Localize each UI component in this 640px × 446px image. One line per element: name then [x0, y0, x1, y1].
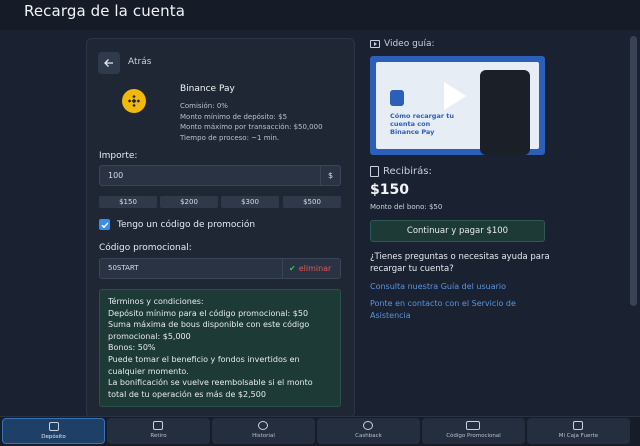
nav-safe[interactable]: Mi Caja Fuerte [527, 418, 630, 444]
preset-500-button[interactable]: $500 [283, 196, 341, 208]
terms-line: La bonificación se vuelve reembolsable s… [108, 378, 313, 399]
receive-amount: $150 [370, 182, 409, 198]
check-icon: ✔ [289, 264, 296, 273]
process-time-text: Tiempo de proceso: ~1 min. [180, 133, 280, 142]
currency-symbol: $ [321, 165, 341, 186]
nav-history-label: Historial [252, 433, 275, 439]
back-label[interactable]: Atrás [128, 57, 151, 67]
preset-300-button[interactable]: $300 [221, 196, 279, 208]
terms-line: Depósito mínimo para el código promocion… [108, 308, 309, 318]
promo-code-label: Código promocional: [99, 243, 192, 253]
binance-icon [127, 94, 141, 108]
bonus-amount-text: Monto del bono: $50 [370, 203, 443, 211]
method-details: Comisión: 0% Monto mínimo de depósito: $… [180, 101, 323, 143]
scrollbar[interactable] [630, 36, 637, 306]
history-icon [258, 421, 268, 430]
terms-title: Términos y condiciones: [108, 297, 204, 306]
video-icon [370, 40, 380, 48]
nav-cashback-label: Cashback [355, 433, 382, 439]
fee-text: Comisión: 0% [180, 102, 228, 110]
binance-pay-logo [390, 90, 404, 106]
terms-box: Términos y condiciones: Depósito mínimo … [99, 289, 341, 407]
method-name: Binance Pay [180, 84, 235, 94]
preset-200-button[interactable]: $200 [160, 196, 218, 208]
cashback-icon [363, 421, 373, 430]
promo-checkbox[interactable] [99, 219, 110, 230]
promo-code-input[interactable]: 50START [99, 258, 283, 279]
promo-code-icon [466, 421, 480, 430]
nav-history[interactable]: Historial [212, 418, 315, 444]
continue-pay-button[interactable]: Continuar y pagar $100 [370, 220, 545, 242]
promo-checkbox-label[interactable]: Tengo un código de promoción [117, 220, 255, 230]
remove-promo-label: eliminar [298, 264, 332, 273]
back-button[interactable] [98, 52, 120, 74]
amount-input[interactable]: 100 [99, 165, 321, 186]
video-caption: Cómo recargar tu cuenta con Binance Pay [390, 112, 455, 136]
nav-promo-code-label: Código Promocional [446, 433, 501, 439]
phone-image [480, 70, 530, 155]
video-player[interactable]: Cómo recargar tu cuenta con Binance Pay [370, 56, 545, 155]
help-question: ¿Tienes preguntas o necesitas ayuda para… [370, 252, 550, 274]
nav-withdraw-label: Retiro [150, 433, 167, 439]
play-icon[interactable] [444, 82, 466, 110]
nav-deposit[interactable]: Depósito [2, 418, 105, 444]
max-transaction-text: Monto máximo por transacción: $50,000 [180, 123, 323, 131]
withdraw-icon [153, 421, 163, 430]
preset-150-button[interactable]: $150 [99, 196, 157, 208]
nav-promo-code[interactable]: Código Promocional [422, 418, 525, 444]
safe-icon [573, 421, 583, 430]
deposit-icon [49, 422, 59, 431]
binance-logo [122, 89, 146, 113]
remove-promo-button[interactable]: ✔ eliminar [283, 258, 341, 279]
terms-line: Bonos: 50% [108, 343, 156, 353]
nav-withdraw[interactable]: Retiro [107, 418, 210, 444]
nav-safe-label: Mi Caja Fuerte [558, 433, 599, 439]
page-title: Recarga de la cuenta [24, 2, 186, 20]
top-bar: Recarga de la cuenta [0, 0, 640, 30]
nav-deposit-label: Depósito [41, 434, 66, 440]
receive-label: Recibirás: [383, 166, 432, 177]
contact-support-link[interactable]: Ponte en contacto con el Servicio de Asi… [370, 298, 520, 322]
video-guide-label: Video guía: [384, 39, 435, 49]
min-deposit-text: Monto mínimo de depósito: $5 [180, 112, 288, 121]
amount-label: Importe: [99, 151, 138, 161]
terms-line: Suma máxima de bous disponible con este … [108, 320, 310, 341]
check-icon [101, 221, 109, 228]
user-guide-link[interactable]: Consulta nuestra Guía del usuario [370, 281, 506, 293]
receipt-icon [370, 166, 379, 177]
terms-line: Puede tomar el beneficio y fondos invert… [108, 354, 300, 376]
arrow-left-icon [104, 59, 113, 67]
nav-cashback[interactable]: Cashback [317, 418, 420, 444]
